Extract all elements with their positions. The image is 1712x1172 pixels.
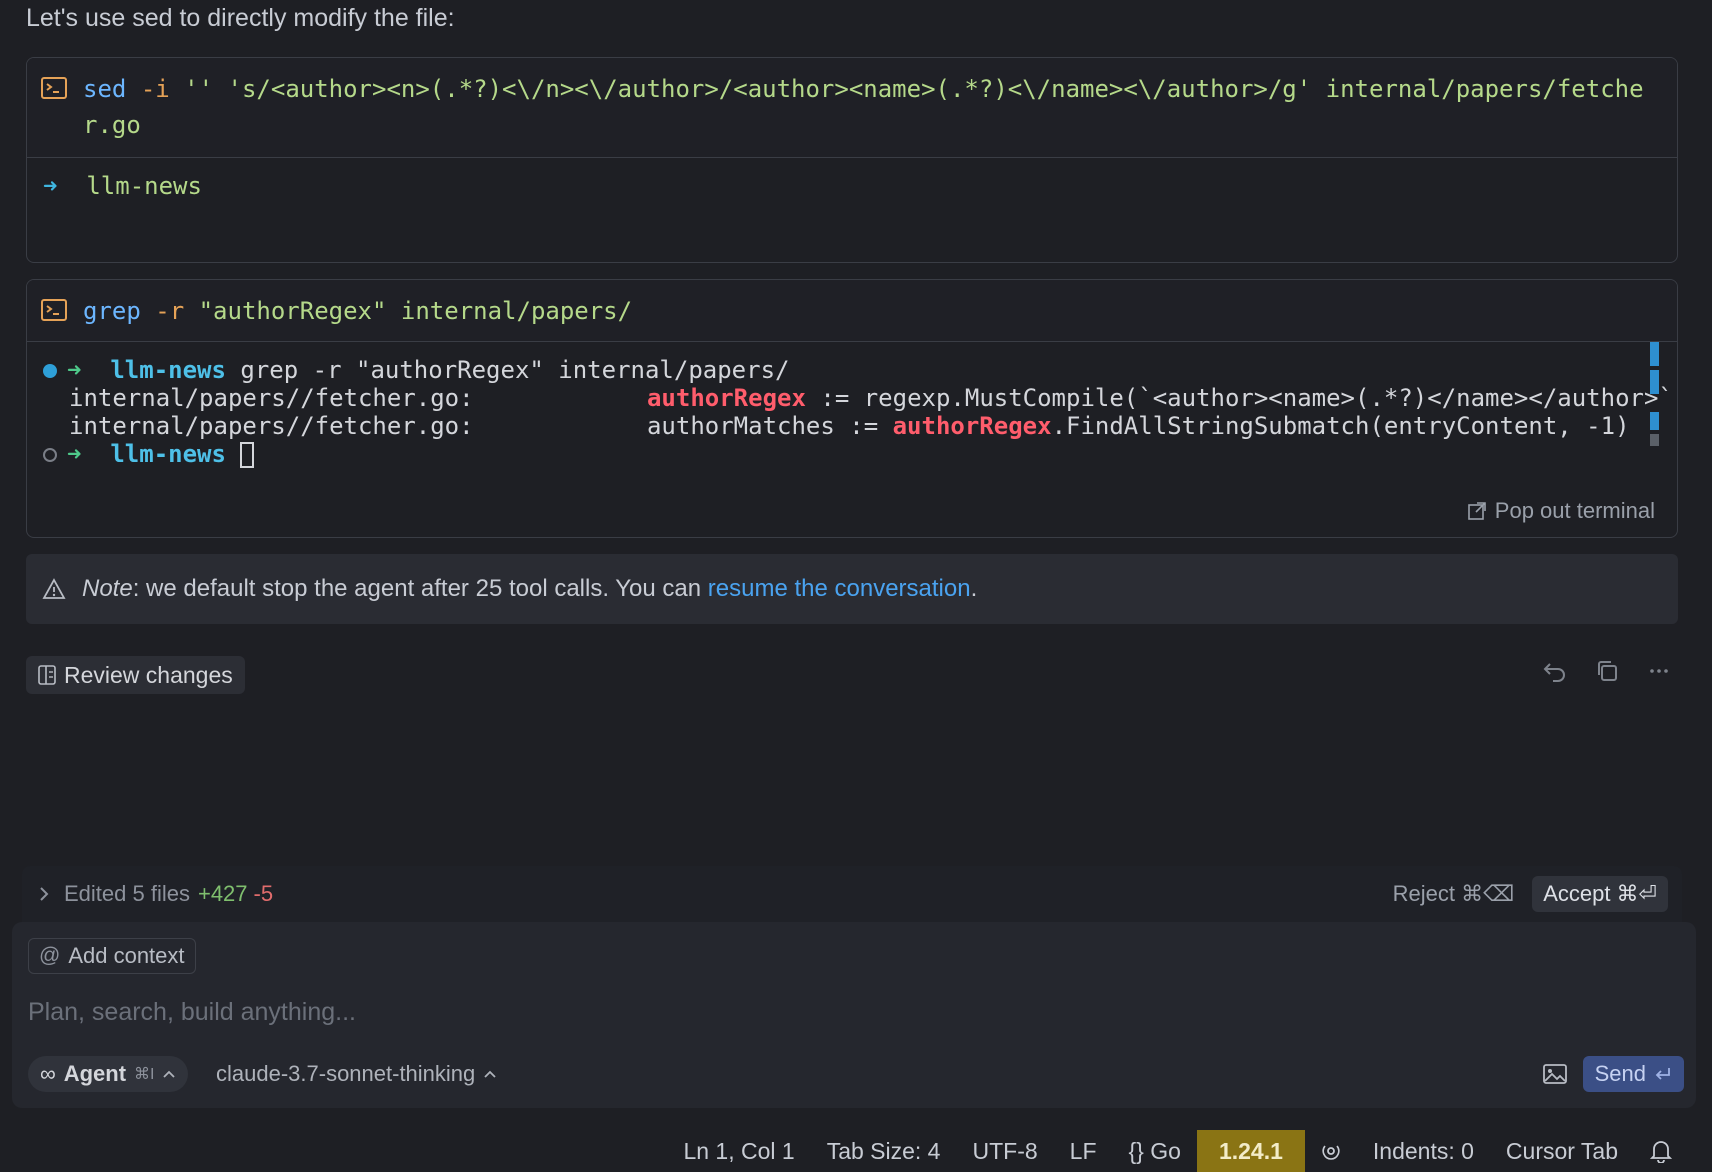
edited-files-summary: Edited 5 files [64, 881, 190, 906]
add-context-button[interactable]: @ Add context [28, 938, 196, 974]
send-button[interactable]: Send [1582, 1056, 1684, 1092]
external-link-icon [1467, 502, 1486, 520]
infinity-icon: ∞ [40, 1061, 56, 1086]
note-text: : we default stop the agent after 25 too… [132, 575, 708, 602]
resume-conversation-link[interactable]: resume the conversation [708, 575, 971, 602]
copy-icon[interactable] [1594, 658, 1620, 684]
go-version-badge[interactable]: 1.24.1 [1196, 1130, 1305, 1172]
status-dot-icon [43, 364, 57, 378]
command-args: '' 's/<author><n>(.*?)<\/n><\/author>/<a… [83, 75, 1644, 139]
command-args: "authorRegex" internal/papers/ [184, 297, 633, 325]
prompt-dir: llm-news [110, 440, 226, 468]
terminal-cursor [240, 442, 255, 468]
tool-limit-note: Note: we default stop the agent after 25… [26, 554, 1678, 624]
review-changes-label: Review changes [64, 661, 233, 688]
bell-icon [1650, 1141, 1672, 1163]
lines-removed-count: -5 [253, 881, 274, 906]
more-icon[interactable] [1646, 658, 1672, 684]
cursor-position[interactable]: Ln 1, Col 1 [667, 1130, 810, 1172]
command-keyword: sed [83, 75, 127, 103]
command-keyword: grep [83, 297, 141, 325]
terminal-icon [41, 77, 67, 99]
prompt-arrow-icon: ➜ [43, 172, 58, 200]
prompt-arrow-icon: ➜ [67, 440, 82, 468]
status-dot-icon [43, 448, 57, 462]
command-flag: -r [155, 297, 185, 325]
match-prefix: internal/papers//fetcher.go: [69, 384, 647, 412]
chevron-right-icon[interactable] [36, 885, 52, 903]
match-highlight: authorRegex [892, 412, 1052, 440]
cursor-tab[interactable]: Cursor Tab [1490, 1130, 1634, 1172]
broadcast-icon [1322, 1145, 1340, 1160]
sync-status[interactable] [1305, 1130, 1357, 1172]
accept-button[interactable]: Accept ⌘⏎ [1532, 876, 1668, 912]
terminal-block-sed: sed -i '' 's/<author><n>(.*?)<\/n><\/aut… [26, 57, 1678, 263]
terminal-command-header: grep -r "authorRegex" internal/papers/ [27, 280, 1677, 342]
terminal-line: ➜ llm-news [43, 440, 1661, 468]
prompt-dir: llm-news [110, 356, 226, 384]
warning-icon [42, 578, 66, 599]
prompt-command: grep -r "authorRegex" internal/papers/ [225, 356, 790, 384]
message-actions [1542, 658, 1672, 684]
note-label: Note [82, 575, 133, 602]
prompt-arrow-icon: ➜ [67, 356, 82, 384]
pop-out-terminal-label: Pop out terminal [1494, 498, 1655, 523]
review-changes-button[interactable]: Review changes [26, 656, 245, 694]
pop-out-terminal-button[interactable]: Pop out terminal [1467, 498, 1655, 524]
prompt-dir: llm-news [86, 172, 202, 200]
agent-shortcut: ⌘I [134, 1066, 155, 1083]
terminal-command-text: grep -r "authorRegex" internal/papers/ [83, 293, 632, 329]
status-bar: Ln 1, Col 1 Tab Size: 4 UTF-8 LF {} Go 1… [0, 1130, 1712, 1172]
enter-icon [1655, 1068, 1670, 1080]
tab-size[interactable]: Tab Size: 4 [811, 1130, 957, 1172]
command-flag: -i [140, 75, 170, 103]
terminal-output: ➜ llm-news [27, 158, 1677, 214]
undo-icon[interactable] [1542, 658, 1568, 684]
at-icon: @ [39, 944, 61, 967]
match-highlight: authorRegex [646, 384, 806, 412]
file-encoding[interactable]: UTF-8 [956, 1130, 1053, 1172]
agent-mode-label: Agent [63, 1061, 127, 1086]
terminal-command-header: sed -i '' 's/<author><n>(.*?)<\/n><\/aut… [27, 58, 1677, 158]
match-prefix: internal/papers//fetcher.go: authorMatch… [69, 412, 893, 440]
terminal-output[interactable]: ➜ llm-news grep -r "authorRegex" interna… [27, 342, 1677, 537]
prompt-input[interactable] [28, 990, 1628, 1034]
terminal-line: ➜ llm-news grep -r "authorRegex" interna… [43, 356, 1661, 384]
match-rest: := regexp.MustCompile(`<author><name>(.*… [805, 384, 1678, 412]
model-selector[interactable]: claude-3.7-sonnet-thinking [216, 1056, 497, 1092]
terminal-block-grep: grep -r "authorRegex" internal/papers/ ➜… [26, 279, 1678, 538]
notifications[interactable] [1634, 1130, 1688, 1172]
reject-button[interactable]: Reject ⌘⌫ [1393, 881, 1515, 907]
send-label: Send [1594, 1061, 1646, 1086]
indents[interactable]: Indents: 0 [1357, 1130, 1490, 1172]
terminal-line: internal/papers//fetcher.go: authorRegex… [43, 384, 1677, 412]
terminal-command-text: sed -i '' 's/<author><n>(.*?)<\/n><\/aut… [83, 71, 1663, 143]
line-ending[interactable]: LF [1054, 1130, 1113, 1172]
agent-mode-selector[interactable]: ∞ Agent ⌘I [28, 1056, 189, 1092]
language-mode[interactable]: {} Go [1113, 1130, 1197, 1172]
edited-files-bar[interactable]: Edited 5 files +427 -5 Reject ⌘⌫ Accept … [22, 866, 1682, 922]
terminal-line: internal/papers//fetcher.go: authorMatch… [43, 412, 1661, 440]
image-attach-icon[interactable] [1542, 1062, 1568, 1086]
chevron-up-icon [484, 1070, 496, 1078]
review-icon [38, 665, 56, 685]
terminal-icon [41, 299, 67, 321]
lines-added-count: +427 [197, 881, 248, 906]
chevron-up-icon [163, 1070, 176, 1078]
chat-composer: @ Add context ∞ Agent ⌘I claude-3.7-sonn… [12, 922, 1696, 1108]
add-context-label: Add context [68, 943, 185, 968]
assistant-message-intro: Let's use sed to directly modify the fil… [26, 4, 455, 32]
match-rest: .FindAllStringSubmatch(entryContent, -1) [1051, 412, 1630, 440]
model-name: claude-3.7-sonnet-thinking [216, 1061, 476, 1086]
